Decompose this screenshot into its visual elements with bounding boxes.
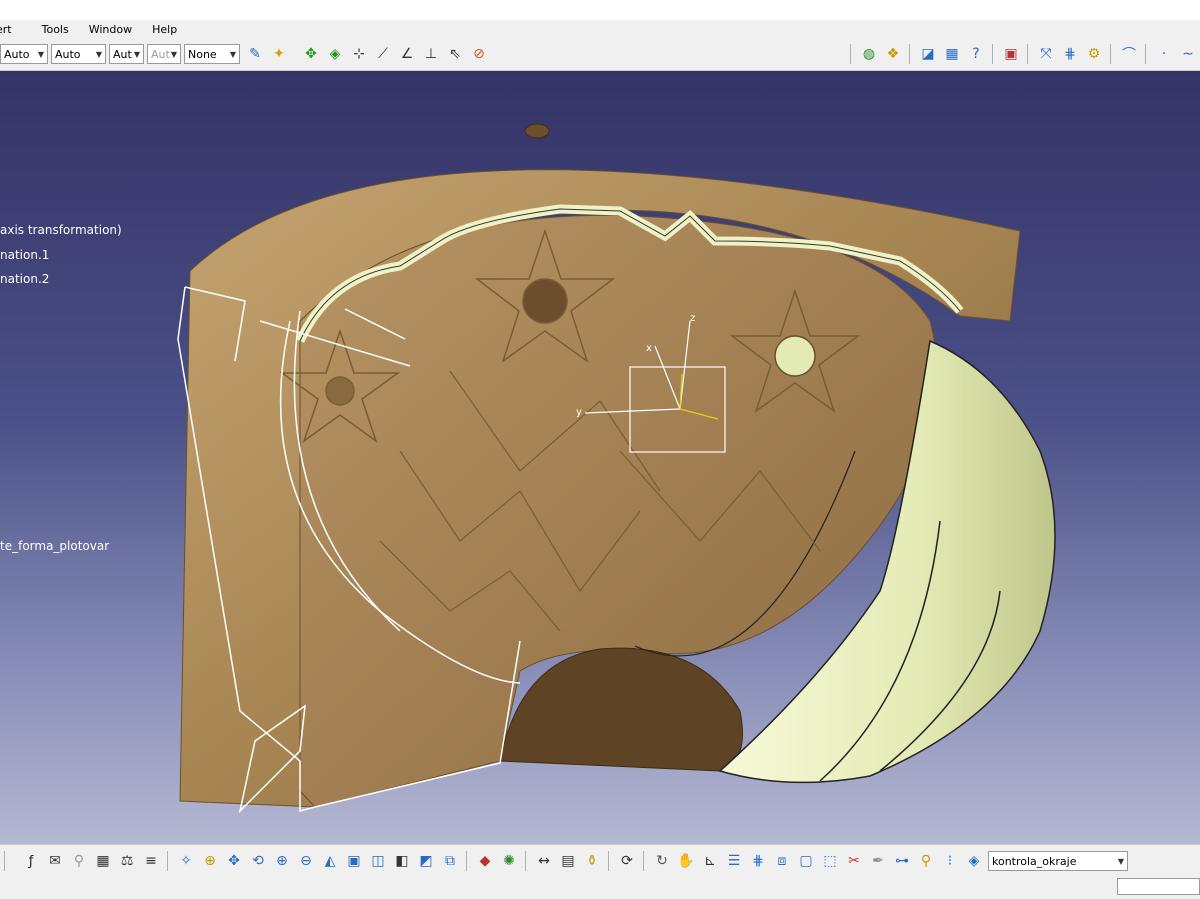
- zoom-out-icon[interactable]: ⊖: [295, 850, 317, 872]
- material-icon[interactable]: ◆: [474, 850, 496, 872]
- cube-icon[interactable]: ▢: [795, 850, 817, 872]
- axis-x-label: x: [646, 343, 652, 354]
- angle-icon[interactable]: ∠: [396, 43, 418, 65]
- bottom-toolbar: ƒ ✉ ⚲ ▦ ⚖ ≡ ✧ ⊕ ✥ ⟲ ⊕ ⊖ ◭ ▣ ◫ ◧ ◩ ⧉ ◆ ✺ …: [0, 844, 1200, 877]
- apply-material-icon[interactable]: ✺: [498, 850, 520, 872]
- toolbar-grip: [850, 44, 853, 64]
- pick-icon[interactable]: ⇖: [444, 43, 466, 65]
- line-icon[interactable]: ⟋: [372, 43, 394, 65]
- globe-icon[interactable]: ◍: [858, 43, 880, 65]
- current-body-selector[interactable]: kontrola_okraje ▼: [988, 851, 1128, 871]
- measure-icon[interactable]: ⚖: [116, 850, 138, 872]
- update-icon[interactable]: ⟳: [616, 850, 638, 872]
- toolbar-grip: [1145, 44, 1148, 64]
- catalog-icon[interactable]: ▦: [941, 43, 963, 65]
- dot-icon[interactable]: ·: [1153, 43, 1175, 65]
- status-bar: [0, 876, 1200, 899]
- parameter-icon[interactable]: ≡: [140, 850, 162, 872]
- top-toolbar: Auto ▼ Auto ▼ Aut ▼ Aut ▼ None ▼ ✎ ✦ ✥ ◈ ⊹ ⟋ …: [0, 38, 1200, 71]
- menu-window[interactable]: Window: [89, 23, 144, 36]
- pen-icon[interactable]: ✒: [867, 850, 889, 872]
- menu-help[interactable]: Help: [152, 23, 189, 36]
- menu-bar: ert Tools Window Help: [0, 20, 1200, 38]
- tree-expand-icon[interactable]: ☰: [723, 850, 745, 872]
- brush-icon[interactable]: ✎: [244, 43, 266, 65]
- help-icon[interactable]: ?: [965, 43, 987, 65]
- grid-icon[interactable]: ⋕: [1059, 43, 1081, 65]
- fit-all-icon[interactable]: ✧: [175, 850, 197, 872]
- toolbar-grip: [1110, 44, 1113, 64]
- rim-hole: [524, 123, 550, 139]
- transform-icon[interactable]: ⤧: [1035, 43, 1057, 65]
- rotate-icon[interactable]: ⟲: [247, 850, 269, 872]
- toolbar-grip: [525, 851, 528, 871]
- swap-view-icon[interactable]: ⧉: [439, 850, 461, 872]
- curve-icon[interactable]: ⌒: [1118, 43, 1140, 65]
- line-type-combo[interactable]: Auto ▼: [51, 44, 106, 64]
- comment-icon[interactable]: ✉: [44, 850, 66, 872]
- hand-icon[interactable]: ✋: [675, 850, 697, 872]
- pan-icon[interactable]: ✥: [223, 850, 245, 872]
- delete-icon[interactable]: ⊘: [468, 43, 490, 65]
- stack-icon[interactable]: ⧈: [771, 850, 793, 872]
- search-icon[interactable]: ⚲: [915, 850, 937, 872]
- toolbar-grip: [167, 851, 170, 871]
- hide-show-icon[interactable]: ◩: [415, 850, 437, 872]
- axis-z-label: z: [690, 313, 695, 324]
- multi-view-icon[interactable]: ▣: [343, 850, 365, 872]
- toolbar-grip: [466, 851, 469, 871]
- point-symbol-combo[interactable]: Aut ▼: [147, 44, 181, 64]
- paint-icon[interactable]: ✦: [268, 43, 290, 65]
- command-input[interactable]: [1117, 878, 1200, 895]
- tree-item-axis-transformation[interactable]: axis transformation): [0, 223, 122, 237]
- formula-icon[interactable]: ƒ: [20, 850, 42, 872]
- sheet-icon[interactable]: ◪: [917, 43, 939, 65]
- spline-icon[interactable]: ∼: [1177, 43, 1199, 65]
- tree-item-transformation-1[interactable]: nation.1: [0, 248, 49, 262]
- table-icon[interactable]: ▦: [92, 850, 114, 872]
- inertia-icon[interactable]: ⚱: [581, 850, 603, 872]
- toolbar-grip: [909, 44, 912, 64]
- disconnect-icon[interactable]: ✂: [843, 850, 865, 872]
- iso-view-icon[interactable]: ◫: [367, 850, 389, 872]
- center-icon[interactable]: ⊕: [199, 850, 221, 872]
- toolbar-grip: [608, 851, 611, 871]
- normal-view-icon[interactable]: ◭: [319, 850, 341, 872]
- render-icon[interactable]: ❖: [882, 43, 904, 65]
- lock-icon[interactable]: ⚲: [68, 850, 90, 872]
- layer-combo[interactable]: None ▼: [184, 44, 240, 64]
- axis-y-label: y: [576, 407, 582, 418]
- assembly-icon[interactable]: ▣: [1000, 43, 1022, 65]
- title-strip: [0, 0, 1200, 20]
- grid-snap-icon[interactable]: ⋕: [747, 850, 769, 872]
- refresh-icon[interactable]: ↻: [651, 850, 673, 872]
- measure-between-icon[interactable]: ↔: [533, 850, 555, 872]
- zoom-in-icon[interactable]: ⊕: [271, 850, 293, 872]
- plane-icon[interactable]: ⊥: [420, 43, 442, 65]
- move-icon[interactable]: ✥: [300, 43, 322, 65]
- point-icon[interactable]: ⊹: [348, 43, 370, 65]
- menu-insert[interactable]: ert: [0, 23, 24, 36]
- bottom-opening: [499, 647, 743, 772]
- snap-icon[interactable]: ◈: [324, 43, 346, 65]
- boundary-icon[interactable]: ⬚: [819, 850, 841, 872]
- layer-icon[interactable]: ◈: [963, 850, 985, 872]
- toolbar-grip: [992, 44, 995, 64]
- toolbar-grip: [4, 851, 7, 871]
- measure-item-icon[interactable]: ▤: [557, 850, 579, 872]
- list-icon[interactable]: ⁝: [939, 850, 961, 872]
- part-geometry[interactable]: z y x: [0, 71, 1200, 844]
- 3d-viewport[interactable]: z y x axis transformation) nation.1 nati…: [0, 71, 1200, 844]
- toolbar-grip: [643, 851, 646, 871]
- menu-tools[interactable]: Tools: [42, 23, 81, 36]
- line-thickness-combo[interactable]: Aut ▼: [109, 44, 144, 64]
- settings-icon[interactable]: ⚙: [1083, 43, 1105, 65]
- hierarchy-icon[interactable]: ⊶: [891, 850, 913, 872]
- tree-item-forma-plotovar[interactable]: te_forma_plotovar: [0, 539, 109, 553]
- shading-icon[interactable]: ◧: [391, 850, 413, 872]
- axis-system-icon[interactable]: ⊾: [699, 850, 721, 872]
- line-color-combo[interactable]: Auto ▼: [0, 44, 48, 64]
- toolbar-grip: [1027, 44, 1030, 64]
- tree-item-transformation-2[interactable]: nation.2: [0, 272, 49, 286]
